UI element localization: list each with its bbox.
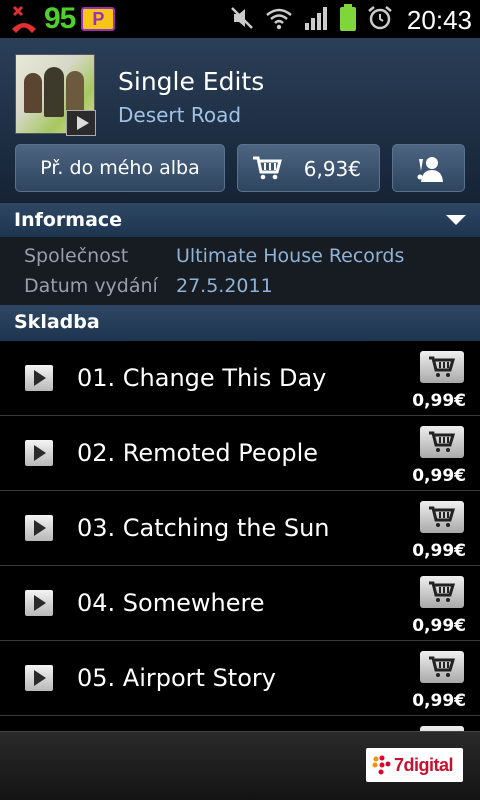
info-section-title: Informace (14, 209, 123, 231)
play-icon[interactable] (25, 515, 53, 541)
logo-text: 7digital (394, 754, 454, 775)
album-header: Single Edits Desert Road Př. do mého alb… (0, 38, 480, 203)
track-row[interactable]: 02. Remoted People 0,99€ (0, 416, 480, 491)
track-price: 0,99€ (412, 691, 466, 711)
track-name: 04. Somewhere (77, 589, 265, 617)
info-value: 27.5.2011 (176, 275, 273, 297)
user-icon (415, 155, 445, 187)
track-section-title: Skladba (14, 311, 100, 333)
play-icon[interactable] (25, 365, 53, 391)
play-icon[interactable] (25, 440, 53, 466)
info-label: Datum vydání (24, 275, 158, 297)
play-icon[interactable] (25, 590, 53, 616)
info-section-header[interactable]: Informace (0, 203, 480, 237)
track-section-header: Skladba (0, 305, 480, 341)
missed-call-icon (10, 3, 38, 35)
alarm-icon (367, 5, 393, 35)
track-row[interactable]: 03. Catching the Sun 0,99€ (0, 491, 480, 566)
album-play-button[interactable] (66, 110, 96, 136)
track-price: 0,99€ (412, 616, 466, 636)
album-title: Single Edits (118, 67, 265, 96)
7digital-logo[interactable]: 7digital (366, 748, 463, 782)
track-price: 0,99€ (412, 541, 466, 561)
track-buy-button[interactable] (420, 351, 464, 383)
artist-info-button[interactable] (392, 144, 465, 192)
album-price: 6,93€ (303, 157, 361, 181)
cart-icon (252, 156, 282, 184)
track-buy-button[interactable] (420, 426, 464, 458)
parking-icon: P (81, 7, 116, 31)
signal-icon (303, 5, 329, 35)
track-row[interactable]: 05. Airport Story 0,99€ (0, 641, 480, 716)
track-buy-button[interactable] (420, 576, 464, 608)
buy-album-button[interactable]: 6,93€ (237, 144, 380, 192)
track-buy-button[interactable] (420, 501, 464, 533)
track-price: 0,99€ (412, 391, 466, 411)
mute-icon (229, 5, 255, 35)
track-row[interactable]: 01. Change This Day 0,99€ (0, 341, 480, 416)
battery-icon (339, 4, 357, 36)
logo-dots-icon (372, 755, 392, 775)
footer-bar: 7digital (0, 731, 480, 800)
info-panel: Společnost Ultimate House Records Datum … (0, 237, 480, 305)
track-list: 01. Change This Day 0,99€ 02. Remoted Pe… (0, 341, 480, 731)
info-label: Společnost (24, 245, 129, 267)
track-name: 03. Catching the Sun (77, 514, 330, 542)
artist-name[interactable]: Desert Road (118, 103, 241, 127)
track-row-partial[interactable] (0, 716, 480, 731)
wifi-icon (265, 6, 293, 34)
track-name: 01. Change This Day (77, 364, 327, 392)
battery-level-text: 95 (44, 2, 76, 35)
add-to-album-button[interactable]: Př. do mého alba (15, 144, 225, 192)
track-row[interactable]: 04. Somewhere 0,99€ (0, 566, 480, 641)
track-name: 05. Airport Story (77, 664, 276, 692)
status-bar: 95 P 20:43 (0, 0, 480, 38)
clock: 20:43 (406, 4, 472, 35)
info-value: Ultimate House Records (176, 245, 405, 267)
track-name: 02. Remoted People (77, 439, 318, 467)
play-icon[interactable] (25, 665, 53, 691)
track-buy-button[interactable] (420, 651, 464, 683)
track-price: 0,99€ (412, 466, 466, 486)
chevron-down-icon[interactable] (446, 215, 466, 225)
